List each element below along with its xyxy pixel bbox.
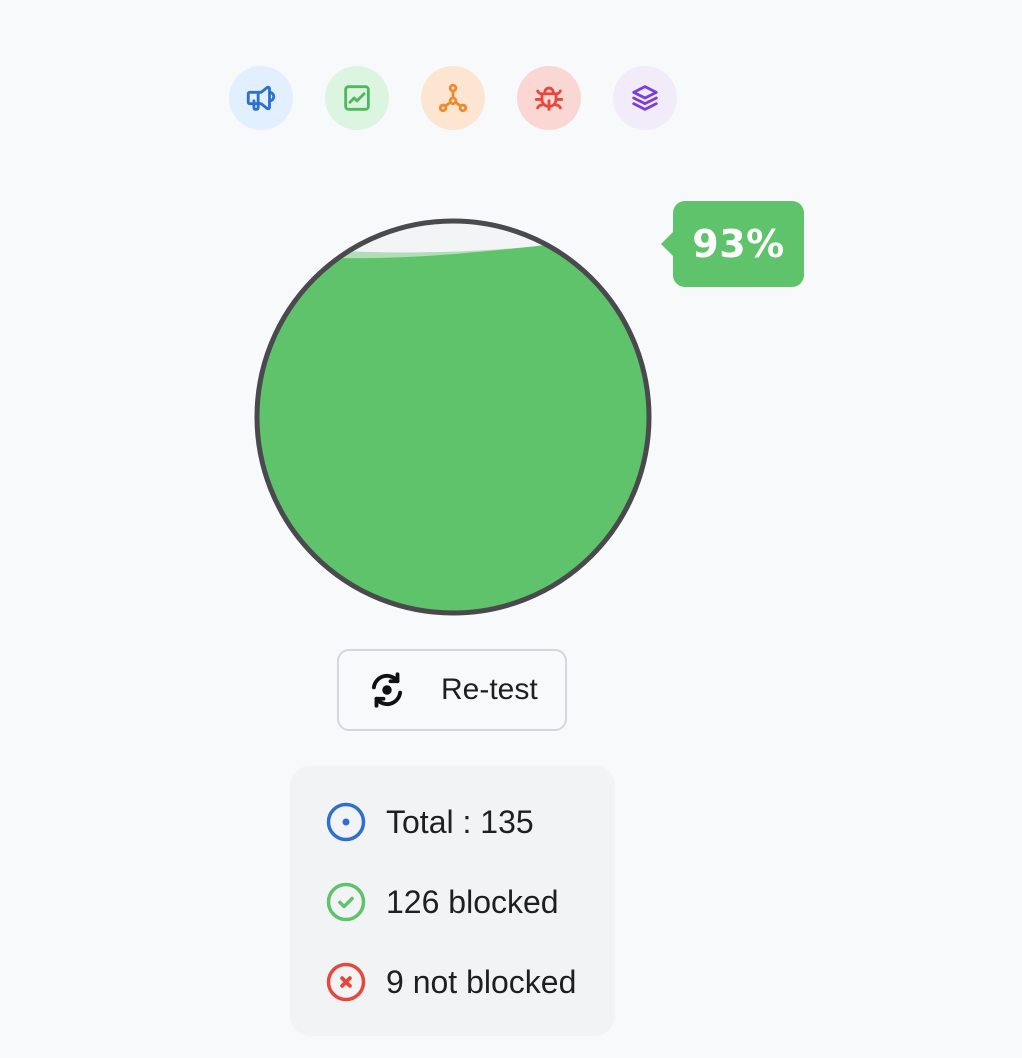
gauge-chart [254,218,652,616]
layers-icon [632,85,658,111]
category-analytics[interactable] [325,66,389,130]
target-icon [324,800,368,844]
stat-not-blocked: 9 not blocked [324,960,576,1004]
category-network[interactable] [421,66,485,130]
stat-not-blocked-label: 9 not blocked [386,963,577,1000]
stats-panel: Total : 135 126 blocked 9 not blocked [290,766,615,1036]
gauge-fill [257,239,649,613]
refresh-icon [365,668,409,712]
category-malware[interactable] [517,66,581,130]
stat-blocked: 126 blocked [324,880,559,924]
bug-icon [534,86,564,111]
score-gauge [253,217,653,617]
retest-button-label: Re-test [441,673,538,706]
megaphone-icon [246,85,276,111]
nodes-icon [438,83,468,113]
stat-total: Total : 135 [324,800,534,844]
category-layers[interactable] [613,66,677,130]
percent-badge: 93% [661,201,804,287]
stat-total-label: Total : 135 [386,803,534,840]
retest-button[interactable]: Re-test [337,649,567,731]
category-ads[interactable] [229,66,293,130]
chart-icon [344,85,370,111]
category-icon-row [229,66,677,130]
stat-blocked-label: 126 blocked [386,883,559,920]
x-circle-icon [324,960,368,1004]
check-circle-icon [324,880,368,924]
